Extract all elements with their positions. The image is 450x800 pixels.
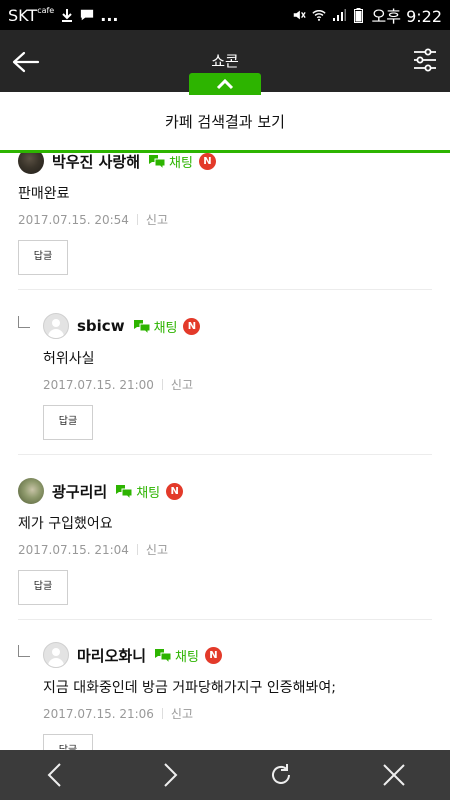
- reply-button[interactable]: 답글: [18, 240, 68, 275]
- wifi-icon: [311, 7, 326, 23]
- comment-list[interactable]: 박우진 사랑해 채팅 N 판매완료 2017.07.15. 20:54 신고 답…: [0, 153, 450, 750]
- comment-text: 판매완료: [18, 186, 70, 202]
- close-icon[interactable]: [374, 755, 414, 795]
- comment-item: 마리오화니 채팅 N 지금 대화중인데 방금 거파당해가지구 인증해봐여; 20…: [18, 641, 432, 750]
- chat-bubble-icon: [116, 484, 133, 499]
- chevron-up-icon: [215, 75, 235, 94]
- reply-button[interactable]: 답글: [43, 734, 93, 750]
- clock: 오후 9:22: [371, 7, 442, 26]
- browser-nav-bar: [0, 750, 450, 800]
- back-icon[interactable]: [36, 755, 76, 795]
- avatar[interactable]: [18, 153, 44, 174]
- page-title: 쇼콘: [211, 52, 239, 70]
- comment-text: 지금 대화중인데 방금 거파당해가지구 인증해봐여;: [43, 680, 336, 696]
- comment-item: 광구리리 채팅 N 제가 구입했어요 2017.07.15. 21:04 신고 …: [18, 477, 432, 605]
- comment-date: 2017.07.15. 21:04: [18, 542, 129, 557]
- download-icon: [60, 7, 74, 23]
- status-bar: SKTcafe ... 오후 9:22: [0, 0, 450, 30]
- chat-button[interactable]: 채팅: [148, 153, 193, 171]
- mute-icon: [292, 7, 306, 23]
- new-badge: N: [166, 482, 184, 500]
- reply-indicator-icon: [18, 316, 30, 328]
- sliders-icon[interactable]: [412, 47, 438, 73]
- chat-label: 채팅: [169, 155, 193, 171]
- comment-nickname[interactable]: 마리오화니: [77, 645, 146, 666]
- collapse-toggle-button[interactable]: [189, 73, 261, 95]
- report-link[interactable]: 신고: [146, 541, 168, 558]
- report-link[interactable]: 신고: [171, 705, 193, 722]
- report-link[interactable]: 신고: [146, 211, 168, 228]
- avatar[interactable]: [43, 642, 69, 668]
- reply-button[interactable]: 답글: [18, 570, 68, 605]
- new-badge: N: [204, 646, 222, 664]
- new-badge: N: [198, 153, 216, 170]
- new-badge: N: [183, 317, 201, 335]
- reply-button[interactable]: 답글: [43, 405, 93, 440]
- comment-item: 박우진 사랑해 채팅 N 판매완료 2017.07.15. 20:54 신고 답…: [18, 153, 432, 275]
- avatar[interactable]: [18, 478, 44, 504]
- banner-label: 카페 검색결과 보기: [165, 112, 285, 131]
- signal-icon: [332, 7, 346, 23]
- refresh-icon[interactable]: [261, 755, 301, 795]
- comment-date: 2017.07.15. 21:06: [43, 706, 154, 721]
- comment-nickname[interactable]: 박우진 사랑해: [52, 153, 140, 172]
- comment-nickname[interactable]: 광구리리: [52, 481, 107, 502]
- chat-label: 채팅: [153, 320, 178, 336]
- meta-divider: [161, 379, 163, 390]
- chat-bubble-icon: [133, 319, 151, 334]
- cafe-search-results-button[interactable]: 카페 검색결과 보기: [0, 92, 450, 150]
- comment-text: 허위사실: [43, 351, 95, 367]
- comment-date: 2017.07.15. 20:54: [18, 212, 129, 227]
- comment-date: 2017.07.15. 21:00: [43, 377, 154, 392]
- meta-divider: [136, 544, 138, 555]
- more-notifications: ...: [100, 5, 119, 25]
- battery-icon: [352, 7, 366, 23]
- comment-nickname[interactable]: sbicw: [77, 317, 125, 335]
- chat-button[interactable]: 채팅: [115, 482, 160, 501]
- comment-text: 제가 구입했어요: [18, 516, 113, 532]
- report-link[interactable]: 신고: [171, 376, 193, 393]
- meta-divider: [136, 214, 138, 225]
- comment-divider: [18, 454, 432, 455]
- chat-button[interactable]: 채팅: [133, 317, 178, 336]
- comment-divider: [18, 289, 432, 290]
- chat-button[interactable]: 채팅: [154, 646, 199, 665]
- message-icon: [80, 7, 94, 23]
- forward-icon[interactable]: [149, 755, 189, 795]
- comment-item: sbicw 채팅 N 허위사실 2017.07.15. 21:00 신고 답글: [18, 312, 432, 440]
- comment-divider: [18, 619, 432, 620]
- chat-label: 채팅: [136, 485, 161, 501]
- chat-bubble-icon: [155, 648, 172, 663]
- banner-underline: [0, 150, 450, 153]
- reply-indicator-icon: [18, 645, 30, 657]
- meta-divider: [161, 708, 163, 719]
- carrier-label: SKTcafe: [8, 5, 55, 25]
- avatar[interactable]: [43, 313, 69, 339]
- chat-bubble-icon: [149, 154, 166, 169]
- chat-label: 채팅: [175, 649, 199, 665]
